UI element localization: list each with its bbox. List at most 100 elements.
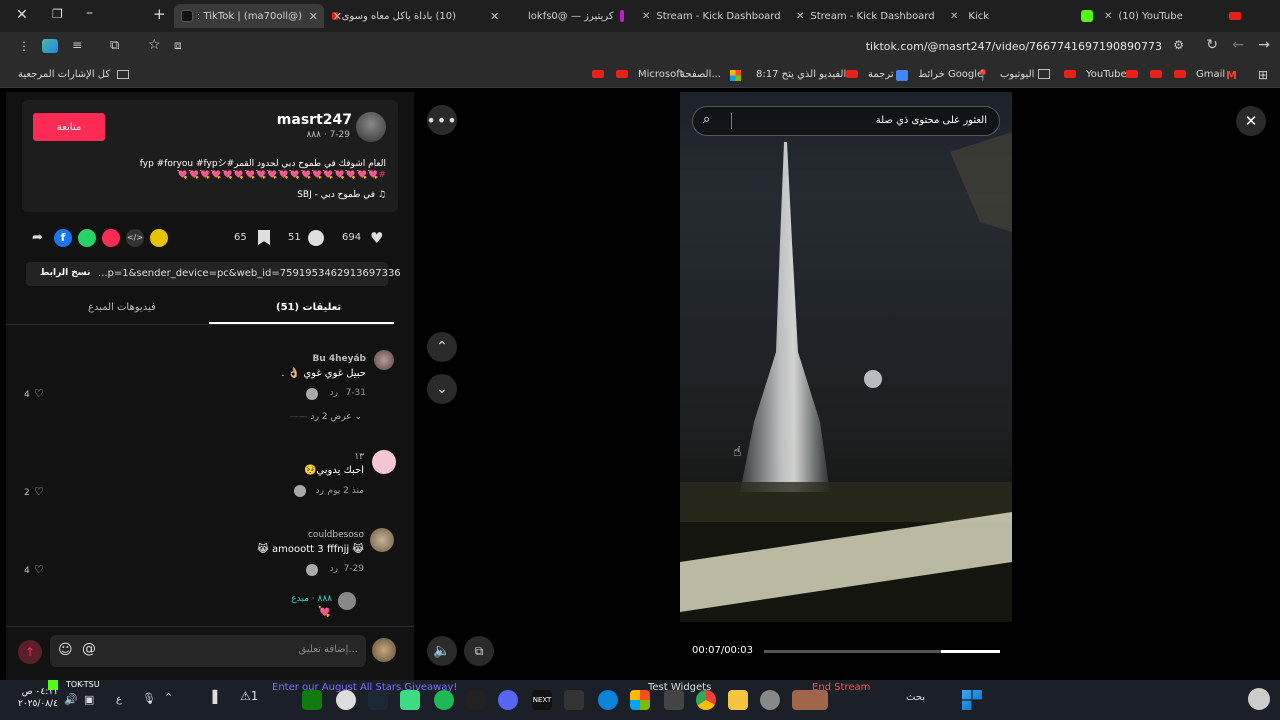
tray-chevron-icon[interactable]: ⌃	[164, 691, 173, 704]
menu-dots-icon[interactable]: ⋮	[18, 39, 30, 53]
youtube-icon[interactable]	[616, 70, 628, 78]
forward-icon[interactable]: ←	[1232, 37, 1244, 53]
comment-heart-icon[interactable]: ♡	[34, 485, 44, 498]
share-arrow-icon[interactable]: ➦	[32, 230, 43, 245]
star-icon[interactable]: ☆	[148, 37, 161, 53]
tab-kick-dashboard-1[interactable]: ✕ Stream - Kick Dashboard	[642, 4, 790, 28]
app-gray-icon[interactable]	[664, 690, 684, 710]
giveaway-ticker[interactable]: Enter our August All Stars Giveaway!	[272, 682, 457, 693]
store-icon[interactable]	[630, 690, 650, 710]
audio-app-icon[interactable]	[466, 690, 486, 710]
comment-avatar[interactable]	[370, 528, 394, 552]
my-avatar[interactable]	[372, 638, 396, 662]
volume-icon[interactable]: 🔊	[64, 693, 78, 706]
bookmark-page[interactable]: الصفحة...	[680, 69, 721, 80]
back-icon[interactable]: →	[1258, 37, 1270, 53]
share-link[interactable]: ...p=1&sender_device=pc&web_id=759195346…	[98, 268, 401, 279]
windows-start-icon[interactable]	[962, 690, 982, 710]
app-icon[interactable]	[400, 690, 420, 710]
tab-close-icon[interactable]: ✕	[796, 11, 804, 22]
comment-input[interactable]: ☺ @ إضافة تعليق...	[50, 635, 366, 667]
creator-username[interactable]: masrt247	[277, 112, 352, 128]
volume-icon[interactable]: 🔈	[427, 636, 457, 666]
discord-icon[interactable]	[498, 690, 518, 710]
heart-icon[interactable]: ♥	[370, 229, 388, 247]
minimize-icon[interactable]: –	[86, 5, 93, 21]
creator-avatar[interactable]	[356, 112, 386, 142]
cast-icon[interactable]: ⧈	[174, 38, 182, 53]
comment-avatar[interactable]	[372, 450, 396, 474]
more-options-icon[interactable]: •••	[426, 105, 457, 135]
tab-close-icon[interactable]: ✕	[950, 11, 958, 22]
comment-user[interactable]: Bu 4heyáb	[312, 354, 366, 364]
emoji-icon[interactable]: ☺	[58, 642, 73, 658]
tab-creator-videos[interactable]: فيديوهات المبدع	[88, 302, 156, 313]
comment-icon[interactable]	[308, 230, 324, 246]
language-indicator[interactable]: ع	[116, 694, 122, 705]
microphone-icon[interactable]: 🎙	[142, 692, 156, 705]
bookmark-video[interactable]: 8:17 الفيديو الذي يتح...	[756, 69, 856, 80]
share-to-icon[interactable]	[150, 229, 168, 247]
extensions-puzzle-icon[interactable]: ⧉	[110, 38, 119, 53]
comment-user[interactable]: ١٣	[354, 452, 364, 462]
bookmark-youtube-ar[interactable]: اليوتيوب	[1000, 69, 1034, 80]
creator-avatar-small[interactable]	[338, 592, 356, 610]
kick-tray-icon[interactable]	[48, 680, 58, 690]
alert-icon[interactable]: ⚠1	[240, 689, 258, 703]
chrome-icon[interactable]	[696, 690, 716, 710]
all-bookmarks[interactable]: كل الإشارات المرجعية	[18, 69, 130, 80]
tab-close-icon[interactable]: ✕	[490, 10, 499, 23]
next-app-icon[interactable]: NEXT	[532, 690, 552, 710]
mention-icon[interactable]: @	[82, 641, 96, 657]
network-icon[interactable]: ▣	[84, 693, 94, 706]
mini-player-icon[interactable]: ⧉	[464, 636, 494, 666]
steam-icon[interactable]	[368, 690, 388, 710]
bookmark-icon[interactable]	[258, 230, 270, 245]
tab-kick[interactable]: ✕ Kick	[950, 4, 1096, 28]
url-text[interactable]: tiktok.com/@masrt247/video/7667741697190…	[866, 40, 1162, 53]
bookmark-microsoft[interactable]: Microsoft	[638, 69, 684, 80]
comment-heart-icon[interactable]: ♡	[34, 387, 44, 400]
tab-comments[interactable]: (51) تعليقات	[276, 302, 341, 313]
edge-icon[interactable]	[598, 690, 618, 710]
app-dark-icon[interactable]	[564, 690, 584, 710]
xbox-icon[interactable]	[302, 690, 322, 710]
bookmark-translate[interactable]: ترجمة	[868, 69, 894, 80]
previous-video-icon[interactable]: ⌃	[427, 332, 457, 362]
new-tab-icon[interactable]: +	[153, 5, 166, 23]
embed-icon[interactable]: </>	[126, 229, 144, 247]
youtube-icon[interactable]	[592, 70, 604, 78]
video-player[interactable]: ⌕ العثور على محتوى ذي صلة 00:07/00:03	[680, 92, 1012, 622]
file-explorer-icon[interactable]	[728, 690, 748, 710]
reply-link[interactable]: رد	[316, 486, 324, 496]
tab-youtube-2[interactable]: ✕ (10) YouTube	[1104, 4, 1250, 28]
comment-avatar[interactable]	[374, 350, 394, 370]
end-stream-label[interactable]: End Stream	[812, 682, 870, 693]
apps-grid-icon[interactable]: ⊞	[1258, 68, 1268, 82]
send-arrow-icon[interactable]: ↑	[18, 640, 42, 664]
facebook-icon[interactable]: f	[54, 229, 72, 247]
send-to-friends-icon[interactable]	[102, 229, 120, 247]
tab-close-icon[interactable]: ✕	[1104, 11, 1112, 22]
copy-link-button[interactable]: نسخ الرابط	[40, 268, 90, 278]
weather-icon[interactable]	[1248, 688, 1270, 710]
tab-kick-dashboard-2[interactable]: ✕ Stream - Kick Dashboard	[796, 4, 944, 28]
tab-tiktok[interactable]: ✕ (@ma70oll) | TikTok :	[174, 4, 324, 28]
extension-icon[interactable]	[42, 39, 58, 53]
tab-close-icon[interactable]: ✕	[642, 11, 650, 22]
reply-link[interactable]: رد	[330, 388, 338, 398]
progress-track[interactable]	[764, 650, 1000, 653]
close-video-icon[interactable]: ✕	[1236, 106, 1266, 136]
spotify-icon[interactable]	[434, 690, 454, 710]
bookmark-maps[interactable]: خرائط Google	[918, 69, 983, 80]
tab-kick-creators[interactable]: ✕ كريتيرز — @lokfs0	[488, 4, 630, 28]
whatsapp-icon[interactable]	[78, 229, 96, 247]
tab-youtube-1[interactable]: ✕ (10) باداة ياكل معاه وسوى	[332, 4, 480, 28]
next-video-icon[interactable]: ⌄	[427, 374, 457, 404]
close-window-icon[interactable]: ✕	[16, 7, 28, 23]
app-brown-icon[interactable]	[792, 690, 828, 710]
comment-user[interactable]: couldbesoso	[308, 530, 364, 540]
site-settings-icon[interactable]: ⚙	[1173, 38, 1184, 52]
tab-close-icon[interactable]: ✕	[333, 10, 342, 23]
view-replies[interactable]: —— عرض 2 رد ⌄	[290, 412, 362, 422]
